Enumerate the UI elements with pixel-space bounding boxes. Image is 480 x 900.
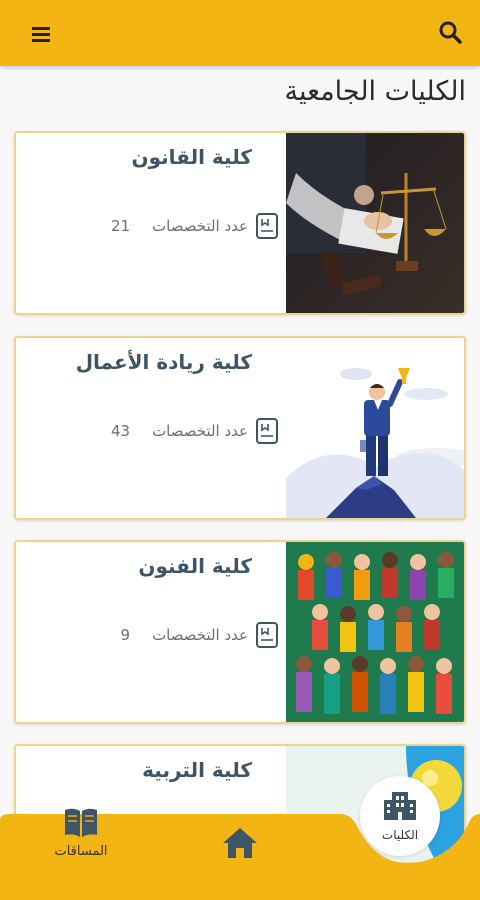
college-card-law[interactable]: كلية القانون عدد التخصصات 21 [14, 131, 466, 315]
businessman-trophy-mountain-image [286, 338, 464, 518]
count-label: عدد التخصصات [152, 422, 248, 440]
hamburger-menu-icon [32, 27, 50, 42]
law-scales-gavel-image [286, 133, 464, 313]
count-value: 21 [110, 217, 131, 235]
college-card-arts[interactable]: كلية الفنون عدد التخصصات 9 [14, 540, 466, 724]
college-title: كلية الفنون [138, 554, 252, 578]
count-value: 9 [120, 626, 131, 644]
college-title: كلية القانون [131, 145, 252, 169]
page-title: الكليات الجامعية [284, 76, 466, 107]
menu-button[interactable] [28, 22, 56, 48]
count-label: عدد التخصصات [152, 626, 248, 644]
college-card-entrepreneurship[interactable]: كلية ريادة الأعمال عدد التخصصات 43 [14, 336, 466, 520]
search-icon [439, 21, 462, 44]
book-icon [256, 418, 278, 444]
nav-colleges[interactable]: الكليات [360, 776, 440, 856]
nav-courses-label: المساقات [54, 844, 108, 859]
specializations-count: عدد التخصصات 21 [111, 213, 278, 239]
nav-courses[interactable]: المساقات [46, 806, 116, 859]
specializations-count: عدد التخصصات 9 [121, 622, 278, 648]
count-value: 43 [110, 422, 131, 440]
nav-colleges-label: الكليات [381, 828, 419, 842]
top-app-bar [0, 0, 480, 66]
open-book-icon [65, 808, 97, 837]
college-building-icon [384, 792, 416, 820]
count-label: عدد التخصصات [152, 217, 248, 235]
college-title: كلية ريادة الأعمال [75, 350, 252, 374]
home-icon [223, 828, 257, 858]
crowd-of-people-image [286, 542, 464, 722]
search-button[interactable] [436, 18, 466, 48]
college-title: كلية التربية [142, 758, 252, 782]
specializations-count: عدد التخصصات 43 [111, 418, 278, 444]
book-icon [256, 622, 278, 648]
nav-home[interactable] [220, 826, 260, 864]
book-icon [256, 213, 278, 239]
